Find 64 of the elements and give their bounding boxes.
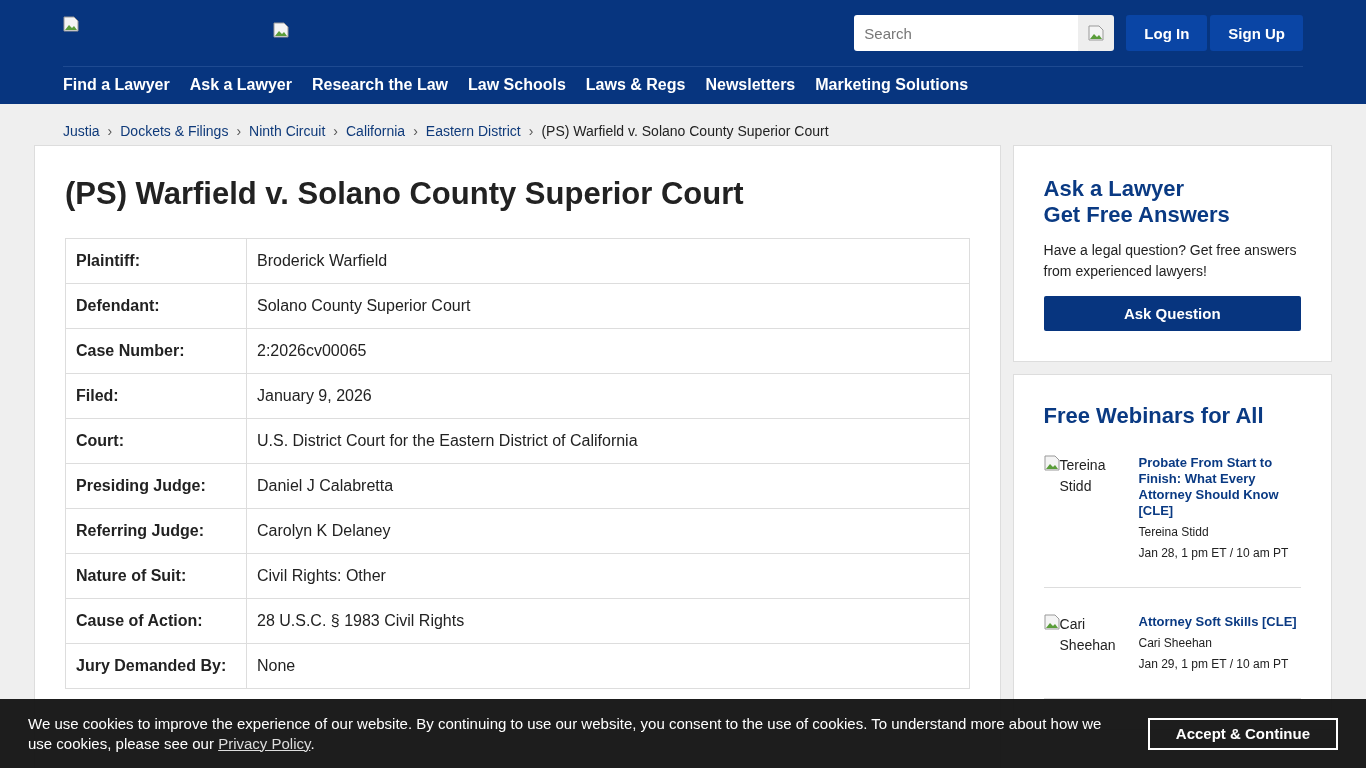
- broken-image-icon: [1088, 25, 1105, 41]
- broken-image-icon: [63, 16, 79, 32]
- table-value: January 9, 2026: [246, 373, 969, 419]
- presenter-name: Cari Sheehan: [1138, 636, 1213, 651]
- breadcrumb-separator: ›: [107, 122, 113, 139]
- card-title: Free Webinars for All: [1043, 403, 1265, 429]
- nav-link[interactable]: Law Schools: [468, 76, 566, 94]
- table-label: Court:: [65, 418, 247, 464]
- table-label: Referring Judge:: [65, 508, 247, 554]
- nav-link[interactable]: Laws & Regs: [585, 76, 686, 94]
- table-value: Civil Rights: Other: [246, 553, 969, 599]
- breadcrumb-link[interactable]: California: [346, 122, 406, 139]
- page-title: (PS) Warfield v. Solano County Superior Court: [65, 176, 745, 212]
- table-label: Filed:: [65, 373, 247, 419]
- webinar-time: Jan 28, 1 pm ET / 10 am PT: [1138, 546, 1290, 561]
- table-label: Presiding Judge:: [65, 463, 247, 509]
- broken-photo: Tereina Stidd: [1059, 456, 1107, 496]
- table-label: Defendant:: [65, 283, 247, 329]
- nav-link[interactable]: Research the Law: [312, 76, 449, 94]
- breadcrumb-current: (PS) Warfield v. Solano County Superior Court: [541, 122, 829, 139]
- nav-link[interactable]: Newsletters: [705, 76, 796, 94]
- webinar-link[interactable]: Probate From Start to Finish: What Every Attorney Should Know [CLE]: [1138, 455, 1299, 519]
- table-label: Jury Demanded By:: [65, 643, 247, 689]
- broken-image-icon: [1043, 455, 1060, 471]
- search-button[interactable]: [1078, 15, 1115, 51]
- breadcrumb-separator: ›: [528, 122, 534, 139]
- nav-link[interactable]: Find a Lawyer: [63, 76, 170, 94]
- table-value: 2:2026cv00065: [246, 328, 969, 374]
- breadcrumb-link[interactable]: Eastern District: [425, 122, 521, 139]
- presenter-name: Tereina Stidd: [1138, 525, 1210, 540]
- breadcrumb-separator: ›: [413, 122, 418, 139]
- signup-button[interactable]: Sign Up: [1210, 15, 1303, 51]
- card-text: Have a legal question? Get free answers from experienced lawyers!: [1043, 241, 1298, 281]
- table-value: Daniel J Calabretta: [246, 463, 969, 509]
- card-title: Ask a Lawyer: [1043, 176, 1186, 202]
- table-value: U.S. District Court for the Eastern District of California: [246, 418, 969, 464]
- table-value: 28 U.S.C. § 1983 Civil Rights: [246, 598, 969, 644]
- table-value: Carolyn K Delaney: [246, 508, 969, 554]
- table-label: Cause of Action:: [65, 598, 247, 644]
- broken-photo: Cari Sheehan: [1059, 615, 1116, 655]
- table-label: Nature of Suit:: [65, 553, 247, 599]
- broken-image-icon: [1043, 614, 1060, 630]
- table-label: Case Number:: [65, 328, 247, 374]
- table-value: Broderick Warfield: [246, 238, 969, 284]
- breadcrumb-link[interactable]: Ninth Circuit: [249, 122, 326, 139]
- table-value: None: [246, 643, 969, 689]
- ask-question-button[interactable]: Ask Question: [1043, 296, 1301, 331]
- breadcrumb-separator: ›: [236, 122, 242, 139]
- search-field[interactable]: Search: [854, 15, 1079, 51]
- table-label: Plaintiff:: [65, 238, 247, 284]
- card-title: Get Free Answers: [1043, 202, 1231, 228]
- accept-button[interactable]: Accept & Continue: [1147, 717, 1338, 750]
- nav-link[interactable]: Ask a Lawyer: [189, 76, 292, 94]
- login-button[interactable]: Log In: [1126, 15, 1208, 51]
- webinar-time: Jan 29, 1 pm ET / 10 am PT: [1138, 657, 1290, 672]
- broken-image-icon: [273, 22, 289, 38]
- cookie-text: We use cookies to improve the experience of our website. By continuing to use our website, you consent to the use of cookies. To understand more about how we use cookies, please see our Privacy Policy.: [28, 713, 1103, 754]
- nav-link[interactable]: Marketing Solutions: [815, 76, 969, 94]
- breadcrumb-link[interactable]: Justia: [63, 122, 100, 139]
- breadcrumb-separator: ›: [333, 122, 338, 139]
- breadcrumb-link[interactable]: Dockets & Filings: [120, 122, 229, 139]
- table-value: Solano County Superior Court: [246, 283, 969, 329]
- webinar-link[interactable]: Attorney Soft Skills [CLE]: [1138, 614, 1299, 630]
- privacy-policy-link[interactable]: Privacy Policy: [218, 734, 311, 752]
